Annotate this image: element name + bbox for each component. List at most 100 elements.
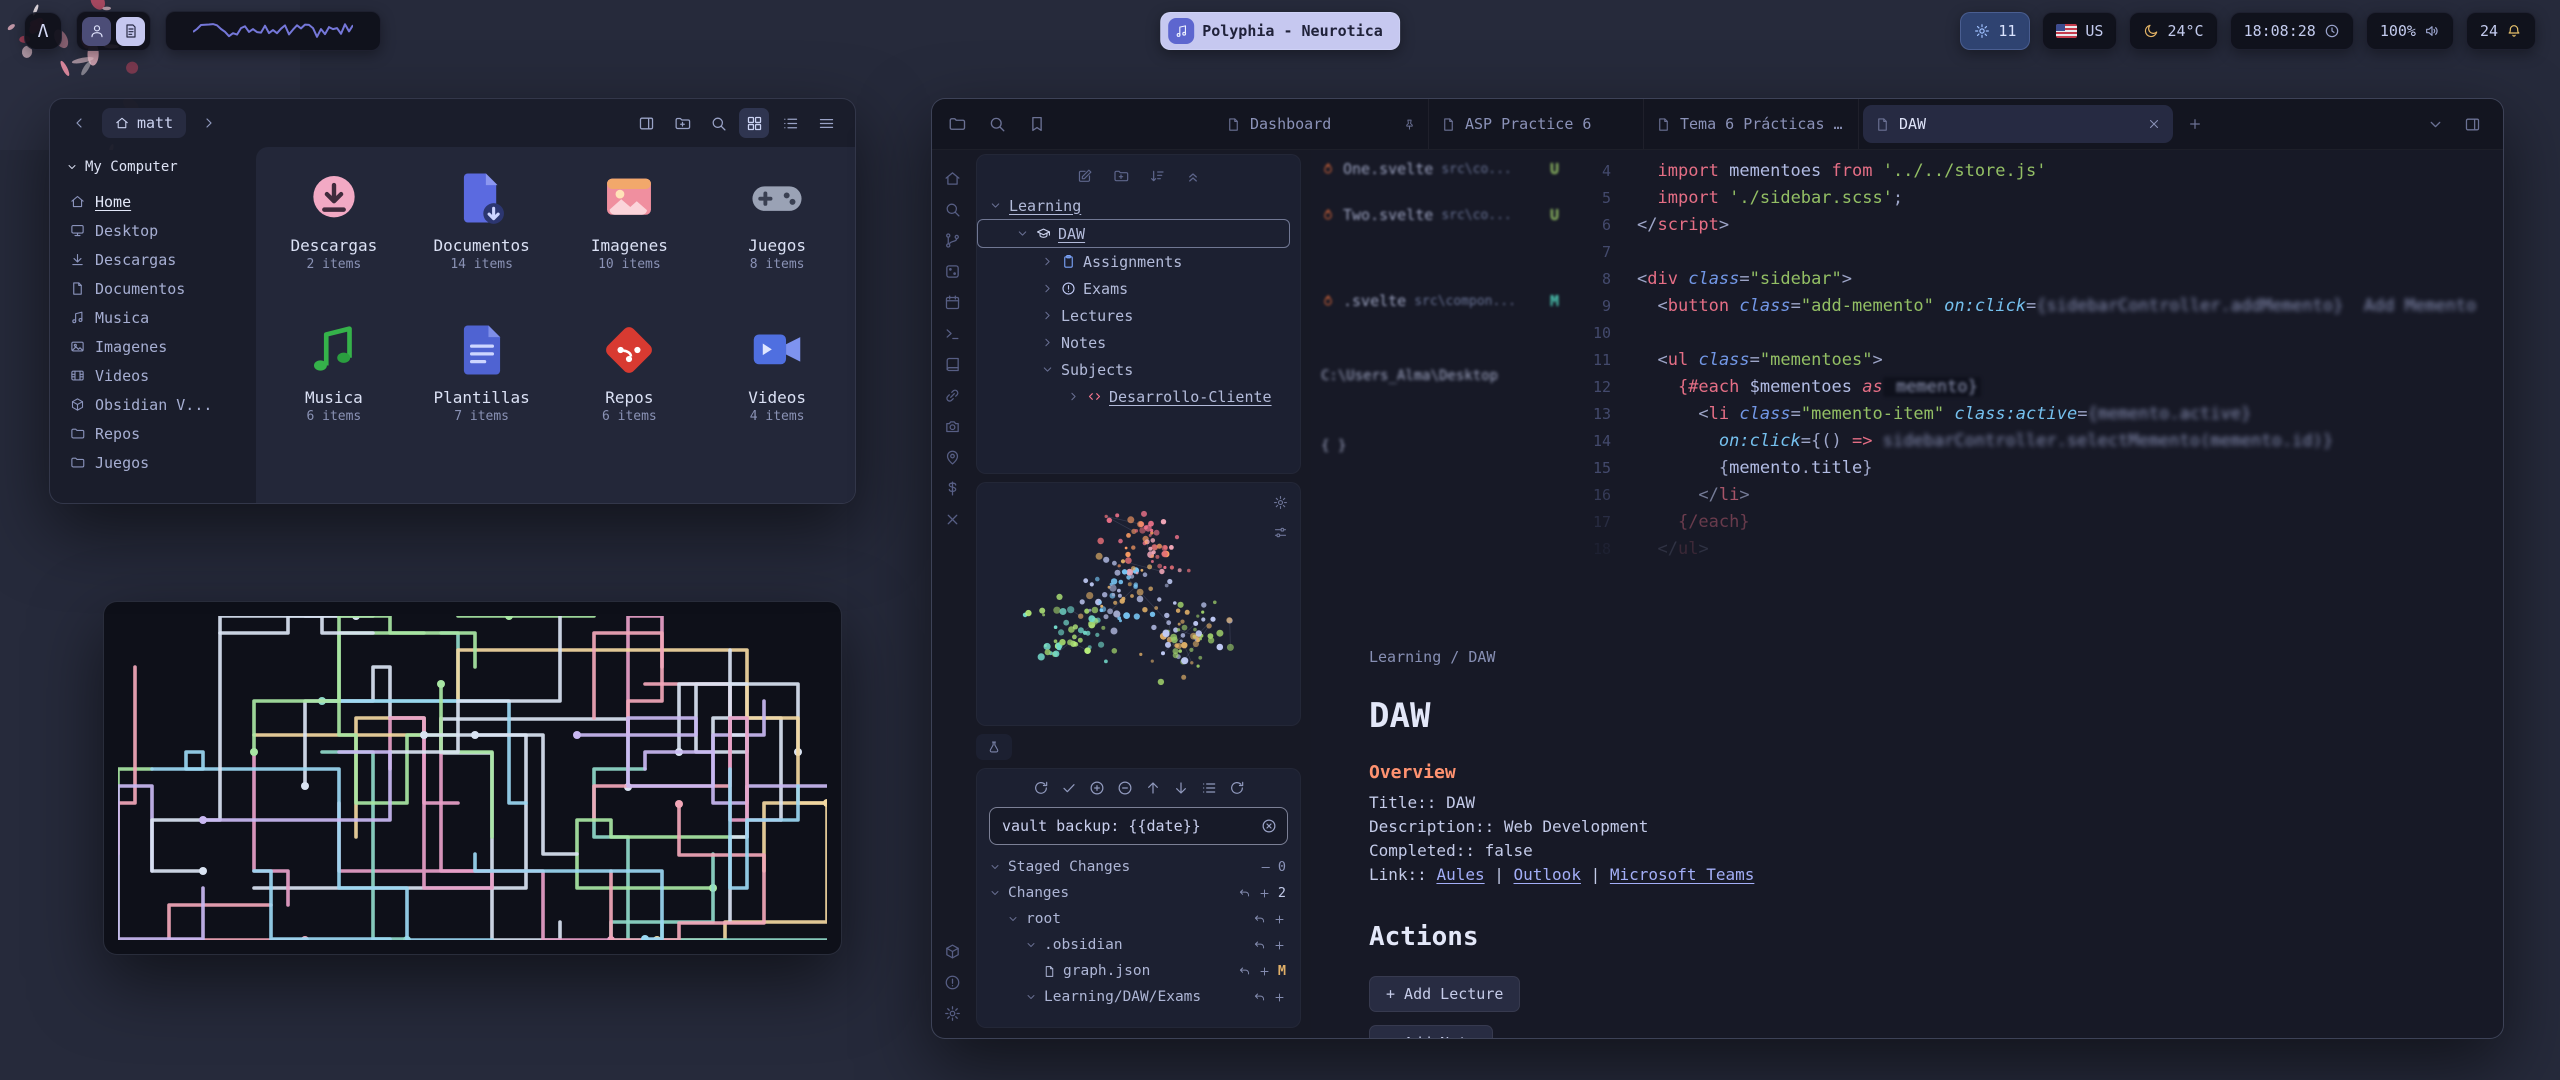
sidebar-item-documentos[interactable]: Documentos (66, 274, 248, 303)
note-breadcrumb[interactable]: Learning / DAW (1369, 648, 2463, 666)
settings-icon[interactable] (944, 1005, 961, 1022)
discard-icon[interactable] (1238, 887, 1251, 900)
sidebar-item-repos[interactable]: Repos (66, 419, 248, 448)
folder-tile-juegos[interactable]: Juegos8 items (703, 155, 851, 307)
file-tree-item-notes[interactable]: Notes (977, 329, 1290, 356)
camera-icon[interactable] (944, 418, 961, 435)
search-icon[interactable] (944, 201, 961, 218)
calendar-icon[interactable] (944, 294, 961, 311)
sidebar-item-desktop[interactable]: Desktop (66, 216, 248, 245)
git-item-changes[interactable]: Changes2 (977, 880, 1300, 906)
menu-button[interactable] (811, 108, 841, 138)
push-button[interactable] (1145, 780, 1161, 796)
file-tree-item-desarrollo-cliente[interactable]: Desarrollo-Cliente (977, 383, 1290, 410)
folder-tile-imagenes[interactable]: Imagenes10 items (556, 155, 704, 307)
file-tree-item-learning[interactable]: Learning (977, 192, 1290, 219)
action-button-add-note[interactable]: + Add Note (1369, 1025, 1493, 1038)
stage-icon[interactable] (1273, 939, 1286, 952)
sort-button[interactable] (1149, 168, 1165, 184)
vault-icon[interactable] (944, 943, 961, 960)
forward-button[interactable] (194, 108, 224, 138)
layout-toggle-button[interactable] (1201, 780, 1217, 796)
git-item-learning-daw-exams[interactable]: Learning/DAW/Exams (977, 984, 1300, 1010)
back-button[interactable] (64, 108, 94, 138)
commit-button[interactable] (1061, 780, 1077, 796)
dice-icon[interactable] (944, 263, 961, 280)
folder-tile-plantillas[interactable]: Plantillas7 items (408, 307, 556, 459)
new-tab-button[interactable] (2177, 106, 2213, 142)
folder-tile-musica[interactable]: Musica6 items (260, 307, 408, 459)
file-tree-item-assignments[interactable]: Assignments (977, 248, 1290, 275)
clear-icon[interactable] (1261, 818, 1277, 834)
bookmarks-icon[interactable] (1028, 115, 1046, 133)
backup-button[interactable] (1033, 780, 1049, 796)
terminal-icon[interactable] (944, 325, 961, 342)
note-link-microsoft-teams[interactable]: Microsoft Teams (1610, 865, 1755, 884)
tab-dashboard[interactable]: Dashboard (1214, 99, 1429, 149)
launcher-button[interactable]: Λ (24, 12, 62, 50)
list-view-button[interactable] (775, 108, 805, 138)
book-icon[interactable] (944, 356, 961, 373)
notifications-module[interactable]: 24 (2466, 12, 2536, 50)
breadcrumb[interactable]: matt (102, 108, 186, 138)
sidebar-item-home[interactable]: Home (66, 187, 248, 216)
refresh-button[interactable] (1229, 780, 1245, 796)
collapse-all-button[interactable] (1185, 168, 1201, 184)
link-icon[interactable] (944, 387, 961, 404)
sidebar-item-descargas[interactable]: Descargas (66, 245, 248, 274)
unstage-all-button[interactable] (1117, 780, 1133, 796)
sidebar-item-videos[interactable]: Videos (66, 361, 248, 390)
folder-tile-repos[interactable]: Repos6 items (556, 307, 704, 459)
git-item-graph-json[interactable]: graph.jsonM (977, 958, 1300, 984)
note-link-aules[interactable]: Aules (1436, 865, 1484, 884)
sidebar-item-imagenes[interactable]: Imagenes (66, 332, 248, 361)
weather-module[interactable]: 24°C (2129, 12, 2217, 50)
commit-message-input[interactable] (1000, 816, 1253, 836)
stage-all-button[interactable] (1089, 780, 1105, 796)
search-button[interactable] (703, 108, 733, 138)
tab-list-icon[interactable] (2427, 116, 2444, 133)
graph-filters-icon[interactable] (1273, 525, 1288, 540)
dollar-icon[interactable] (944, 480, 961, 497)
file-tree-item-exams[interactable]: Exams (977, 275, 1290, 302)
clock-module[interactable]: 18:08:28 (2230, 12, 2354, 50)
sidebar-item-musica[interactable]: Musica (66, 303, 248, 332)
sidebar-section-title[interactable]: My Computer (66, 159, 248, 175)
git-icon[interactable] (944, 232, 961, 249)
close-tab-icon[interactable] (2147, 117, 2161, 131)
discard-icon[interactable] (1253, 913, 1266, 926)
folder-tile-videos[interactable]: Videos4 items (703, 307, 851, 459)
tab-asp-practice-6[interactable]: ASP Practice 6 (1429, 99, 1644, 149)
new-note-button[interactable] (1077, 168, 1093, 184)
note-link-outlook[interactable]: Outlook (1514, 865, 1581, 884)
new-folder-button[interactable] (667, 108, 697, 138)
git-item-root[interactable]: root (977, 906, 1300, 932)
file-tree-item-lectures[interactable]: Lectures (977, 302, 1290, 329)
home-icon[interactable] (944, 170, 961, 187)
graph-view[interactable] (977, 483, 1278, 725)
keyboard-layout-module[interactable]: US (2042, 12, 2117, 50)
stage-icon[interactable] (1258, 887, 1271, 900)
editor-pane[interactable]: 4 import mementoes from '../../store.js'… (1311, 150, 2503, 1038)
discard-icon[interactable] (1253, 939, 1266, 952)
folder-tile-documentos[interactable]: Documentos14 items (408, 155, 556, 307)
pull-button[interactable] (1173, 780, 1189, 796)
files-icon[interactable] (948, 115, 966, 133)
git-item-staged-changes[interactable]: Staged Changes— 0 (977, 854, 1300, 880)
stage-icon[interactable] (1258, 965, 1271, 978)
sidebar-item-obsidian-v[interactable]: Obsidian V... (66, 390, 248, 419)
file-tree-item-daw[interactable]: DAW (977, 219, 1290, 248)
collapsed-panel-tab[interactable] (976, 734, 1012, 760)
git-item-obsidian[interactable]: .obsidian (977, 932, 1300, 958)
dock-app-a-button[interactable] (82, 17, 111, 46)
stage-icon[interactable] (1273, 991, 1286, 1004)
folder-tile-descargas[interactable]: Descargas2 items (260, 155, 408, 307)
sidebar-item-juegos[interactable]: Juegos (66, 448, 248, 477)
search-icon[interactable] (988, 115, 1006, 133)
volume-module[interactable]: 100% (2366, 12, 2454, 50)
toggle-right-sidebar-icon[interactable] (2464, 116, 2481, 133)
action-button-add-lecture[interactable]: + Add Lecture (1369, 976, 1520, 1012)
help-icon[interactable] (944, 974, 961, 991)
map-pin-icon[interactable] (944, 449, 961, 466)
discard-icon[interactable] (1238, 965, 1251, 978)
